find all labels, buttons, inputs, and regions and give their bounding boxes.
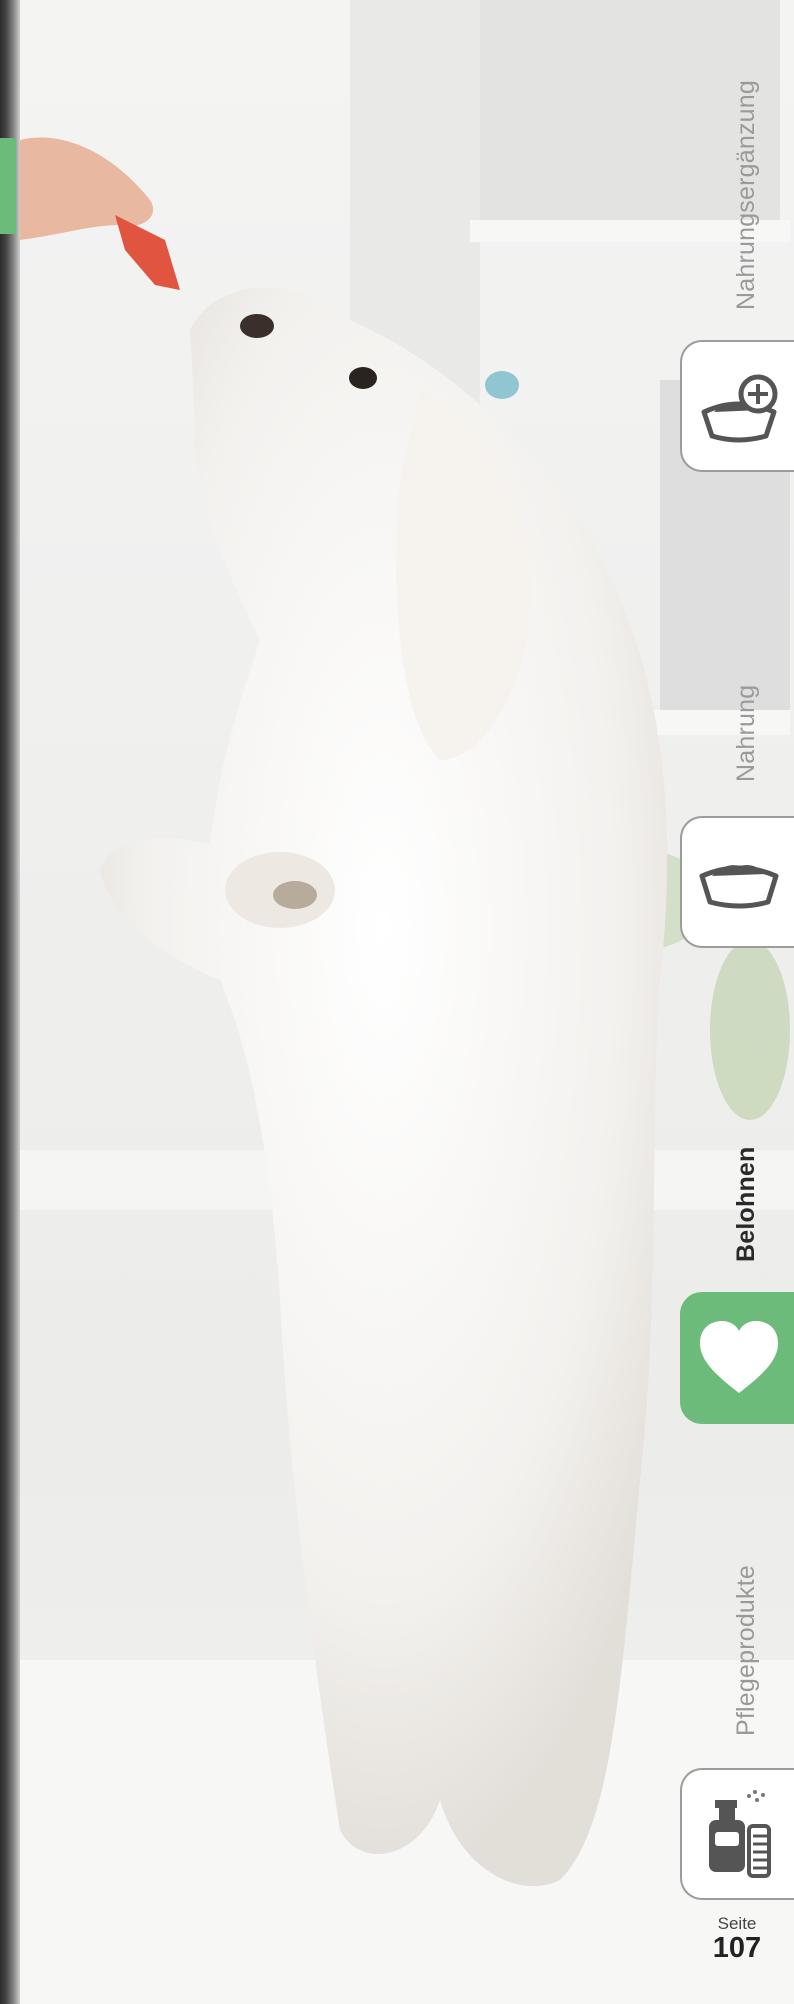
chapter-marker [0, 138, 16, 234]
nav-tab-belohnen[interactable] [680, 1292, 794, 1424]
nav-label-pflegeprodukte[interactable]: Pflegeprodukte [732, 1565, 761, 1736]
heart-icon [700, 1321, 778, 1393]
food-bowl-plus-icon [701, 374, 778, 443]
nav-tab-nahrung[interactable] [680, 816, 794, 948]
nav-label-nahrung[interactable]: Nahrung [732, 685, 761, 782]
food-bowl-icon [699, 865, 779, 909]
chapter-navigation: Nahrungsergänzung Nahrung Belohnen Pfleg… [674, 0, 794, 2004]
page-number-block: Seite 107 [702, 1914, 772, 1965]
page-number: 107 [712, 1932, 762, 1964]
nav-tab-nahrungsergaenzung[interactable] [680, 340, 794, 472]
spray-bottle-brush-icon [709, 1790, 771, 1878]
binding-shadow [0, 0, 20, 2004]
page-label: Seite [717, 1914, 757, 1933]
nav-label-nahrungsergaenzung[interactable]: Nahrungsergänzung [732, 80, 761, 310]
nav-label-belohnen[interactable]: Belohnen [732, 1147, 761, 1263]
nav-tab-pflegeprodukte[interactable] [680, 1768, 794, 1900]
